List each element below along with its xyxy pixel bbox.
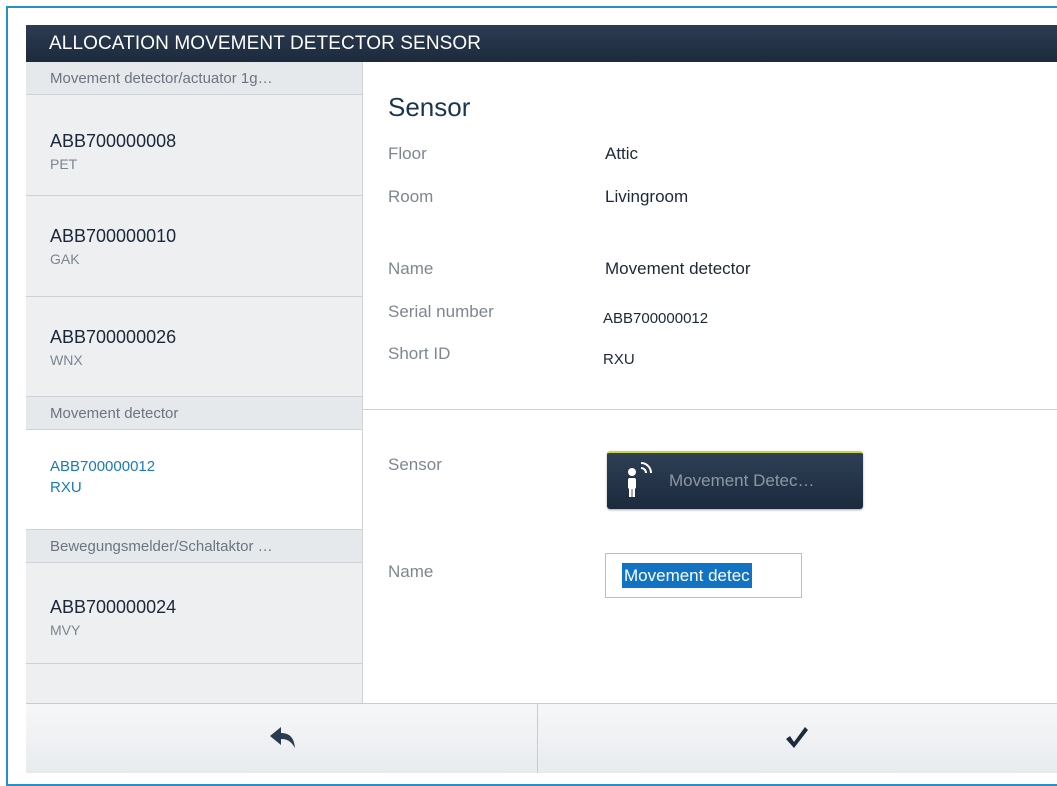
device-short-id: RXU bbox=[50, 479, 82, 496]
sensor-button-label: Movement Detec… bbox=[669, 471, 815, 490]
sensor-select-button[interactable]: Movement Detec… bbox=[607, 451, 863, 509]
movement-detector-icon bbox=[628, 462, 652, 497]
room-label: Room bbox=[388, 187, 434, 206]
footer-bar bbox=[26, 703, 1057, 773]
group-header-bewegungsmelder-schaltaktor: Bewegungsmelder/Schaltaktor … bbox=[26, 530, 362, 563]
device-serial: ABB700000012 bbox=[50, 458, 156, 475]
device-serial: ABB700000010 bbox=[50, 226, 177, 246]
short-id-label: Short ID bbox=[388, 344, 451, 363]
device-serial: ABB700000024 bbox=[50, 597, 177, 617]
device-item-abb700000008[interactable]: ABB700000008 PET bbox=[26, 95, 362, 196]
floor-label: Floor bbox=[388, 144, 427, 163]
name-label: Name bbox=[388, 259, 434, 278]
group-header-movement-detector-actuator: Movement detector/actuator 1g… bbox=[26, 62, 362, 95]
device-item-abb700000010[interactable]: ABB700000010 GAK bbox=[26, 196, 362, 297]
device-serial: ABB700000008 bbox=[50, 131, 177, 151]
detail-panel: Sensor Floor Attic Room Livingroom Name … bbox=[363, 62, 1057, 703]
floor-value: Attic bbox=[605, 144, 639, 163]
device-short-id: GAK bbox=[50, 251, 80, 267]
back-button[interactable] bbox=[26, 704, 538, 773]
device-item-abb700000026[interactable]: ABB700000026 WNX bbox=[26, 297, 362, 397]
device-item-abb700000024[interactable]: ABB700000024 MVY bbox=[26, 563, 362, 664]
window-title: ALLOCATION MOVEMENT DETECTOR SENSOR bbox=[26, 25, 1057, 62]
device-short-id: WNX bbox=[50, 352, 83, 368]
confirm-button[interactable] bbox=[538, 704, 1057, 773]
section-divider bbox=[363, 409, 1057, 410]
serial-number-label: Serial number bbox=[388, 302, 494, 321]
serial-number-value: ABB700000012 bbox=[603, 310, 709, 327]
device-serial: ABB700000026 bbox=[50, 327, 177, 347]
group-header-movement-detector: Movement detector bbox=[26, 397, 362, 430]
name-config-label: Name bbox=[388, 562, 434, 581]
sensor-config-label: Sensor bbox=[388, 455, 442, 474]
name-value: Movement detector bbox=[605, 259, 751, 278]
device-list: Movement detector/actuator 1g… ABB700000… bbox=[26, 62, 363, 703]
device-short-id: MVY bbox=[50, 622, 81, 638]
device-short-id: PET bbox=[50, 156, 78, 172]
short-id-value: RXU bbox=[603, 351, 635, 368]
room-value: Livingroom bbox=[605, 187, 689, 206]
device-item-abb700000012[interactable]: ABB700000012 RXU bbox=[26, 430, 362, 530]
name-input-selected-text: Movement detec bbox=[622, 563, 752, 588]
section-heading: Sensor bbox=[388, 92, 471, 122]
name-input[interactable]: Movement detec bbox=[605, 553, 802, 598]
back-arrow-icon bbox=[270, 727, 295, 748]
checkmark-icon bbox=[786, 727, 808, 748]
